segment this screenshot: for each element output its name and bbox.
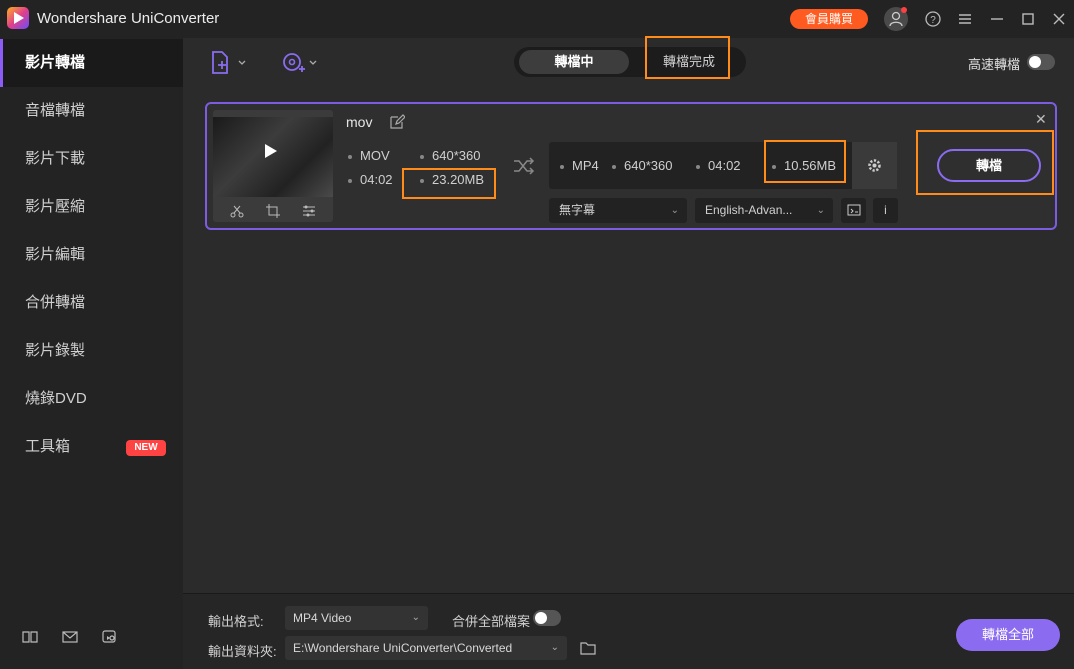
output-folder-label: 輸出資料夾: [208,644,277,659]
output-format-label: 輸出格式: [208,614,264,629]
play-icon[interactable] [265,144,277,158]
book-icon[interactable] [21,628,39,646]
app-title: Wondershare UniConverter [37,10,220,27]
member-purchase-button[interactable]: 會員購買 [790,9,868,29]
tab-finished[interactable]: 轉檔完成 [644,50,734,74]
convert-button[interactable]: 轉檔 [937,149,1041,182]
info-button[interactable]: i [873,198,898,223]
sidebar-item-merge[interactable]: 合併轉檔 [0,279,183,327]
settings-button[interactable] [852,142,897,189]
chevron-down-icon: ⌄ [670,205,679,216]
source-duration: 04:02 [348,172,393,187]
subtitle-edit-button[interactable] [841,198,866,223]
target-duration: 04:02 [696,158,741,173]
info-icon: i [884,203,887,217]
sidebar: 影片轉檔 音檔轉檔 影片下載 影片壓縮 影片編輯 合併轉檔 影片錄製 燒錄DVD… [0,38,183,669]
status-tabs: 轉檔中 轉檔完成 [514,47,746,77]
chevron-down-icon: ⌄ [411,612,420,623]
fast-convert-toggle[interactable] [1027,54,1055,70]
sidebar-item-toolbox[interactable]: 工具箱 NEW [0,423,183,471]
file-name: mov [346,114,373,130]
gear-icon [868,159,881,172]
sidebar-item-screen-record[interactable]: 影片錄製 [0,327,183,375]
help-icon[interactable]: ? [922,8,944,30]
sidebar-item-video-compress[interactable]: 影片壓縮 [0,183,183,231]
mail-icon[interactable] [61,628,79,646]
chevron-down-icon: ⌄ [816,205,825,216]
sidebar-item-video-convert[interactable]: 影片轉檔 [0,39,183,87]
sidebar-item-video-download[interactable]: 影片下載 [0,135,183,183]
subtitle-icon [847,204,860,216]
notification-dot [901,7,907,13]
source-resolution: 640*360 [420,148,480,163]
toggle-knob [535,612,547,624]
menu-icon[interactable] [954,8,976,30]
effects-icon[interactable] [301,203,317,219]
output-format-dropdown[interactable]: MP4 Video ⌄ [285,606,428,630]
target-resolution: 640*360 [612,158,672,173]
shuffle-icon [514,157,535,175]
maximize-icon[interactable] [1017,8,1039,30]
target-format: MP4 [560,158,599,173]
app-logo-icon [7,7,29,29]
folder-icon[interactable] [580,641,596,655]
close-task-icon[interactable]: ✕ [1035,111,1047,128]
toggle-knob [1029,56,1041,68]
trim-icon[interactable] [229,203,245,219]
crop-icon[interactable] [265,203,281,219]
video-thumbnail[interactable] [213,110,333,222]
sidebar-item-audio-convert[interactable]: 音檔轉檔 [0,87,183,135]
target-size: 10.56MB [772,158,836,173]
new-badge: NEW [126,440,166,456]
fast-convert-label: 高速轉檔 [968,57,1021,72]
sidebar-item-burn-dvd[interactable]: 燒錄DVD [0,375,183,423]
convert-all-button[interactable]: 轉檔全部 [956,619,1060,651]
source-size: 23.20MB [420,172,484,187]
sidebar-item-video-edit[interactable]: 影片編輯 [0,231,183,279]
add-media-icon[interactable] [281,50,321,76]
title-bar: Wondershare UniConverter 會員購買 ? [0,0,1074,38]
add-file-icon[interactable] [210,50,250,76]
subtitle-dropdown[interactable]: 無字幕 ⌄ [549,198,687,223]
minimize-icon[interactable] [986,8,1008,30]
close-window-icon[interactable] [1048,8,1070,30]
source-format: MOV [348,148,390,163]
tab-converting[interactable]: 轉檔中 [519,50,629,74]
avatar[interactable] [884,7,908,31]
output-folder-dropdown[interactable]: E:\Wondershare UniConverter\Converted ⌄ [285,636,567,660]
svg-text:?: ? [930,15,936,26]
edit-name-icon[interactable] [389,114,405,130]
user-video-icon[interactable] [101,628,119,646]
audio-track-dropdown[interactable]: English-Advan... ⌄ [695,198,833,223]
merge-all-label: 合併全部檔案 [452,614,531,629]
chevron-down-icon: ⌄ [550,642,559,653]
merge-all-toggle[interactable] [533,610,561,626]
